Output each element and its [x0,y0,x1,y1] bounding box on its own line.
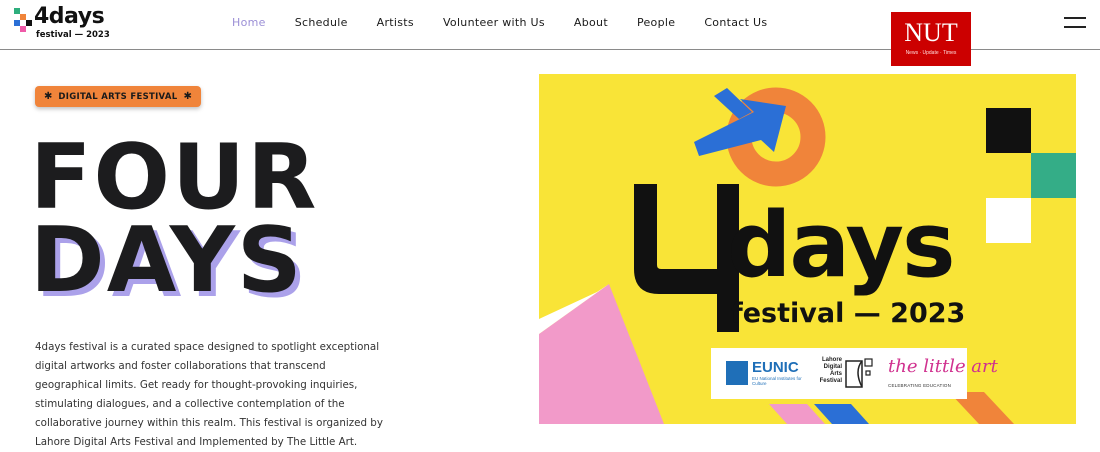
ldaf-logo: Lahore Digital Arts Festival [815,357,877,391]
nut-badge-title: NUT [904,18,958,47]
nav-item-people[interactable]: People [637,16,675,29]
site-logo[interactable]: 4days festival — 2023 [14,4,110,44]
hamburger-menu-icon[interactable] [1064,17,1086,29]
eunic-logo: EUNIC EU National Institutes for Culture [726,359,805,387]
poster-green-square [1031,153,1076,198]
nav-item-about[interactable]: About [574,16,608,29]
poster-white-square [986,198,1031,243]
logo-wordmark: 4days [34,4,105,29]
ldaf-name: Lahore Digital Arts Festival [819,357,842,384]
poster-four-glyph [634,184,739,332]
eunic-name: EUNIC [752,359,799,376]
festival-tag-badge: ✱ DIGITAL ARTS FESTIVAL ✱ [35,86,201,107]
poster-black-square [986,108,1031,153]
little-art-logo: the little art CELEBRATING EDUCATION [888,354,998,394]
little-art-name: the little art [888,356,998,377]
asterisk-icon: ✱ [183,91,192,102]
nut-badge-subtitle: News · Update · Times [905,50,957,56]
hero-title-line2: DAYS [30,208,304,313]
partner-logos-strip: EUNIC EU National Institutes for Culture… [711,348,998,399]
nav-item-artists[interactable]: Artists [377,16,414,29]
logo-subtitle: festival — 2023 [36,30,110,40]
nav-item-volunteer[interactable]: Volunteer with Us [443,16,545,29]
nav-item-schedule[interactable]: Schedule [295,16,348,29]
logo-mark-icon [14,8,32,32]
little-art-tagline: CELEBRATING EDUCATION [888,383,952,388]
asterisk-icon: ✱ [44,91,53,102]
festival-tag-label: DIGITAL ARTS FESTIVAL [58,91,178,102]
eunic-subtitle: EU National Institutes for Culture [752,376,802,386]
ldaf-mark-icon [845,358,873,388]
poster-days-title: days [727,193,956,298]
main-nav: Home Schedule Artists Volunteer with Us … [232,16,796,29]
nav-item-contact[interactable]: Contact Us [704,16,767,29]
poster-festival-subtitle: festival — 2023 [731,298,966,329]
eunic-emblem-icon [726,361,748,385]
poster-pink-triangle [539,284,664,424]
hero-description: 4days festival is a curated space design… [35,341,383,449]
nut-watermark-badge: NUT News · Update · Times [891,12,971,66]
poster-stripe-pink [769,404,825,424]
nav-item-home[interactable]: Home [232,16,266,29]
